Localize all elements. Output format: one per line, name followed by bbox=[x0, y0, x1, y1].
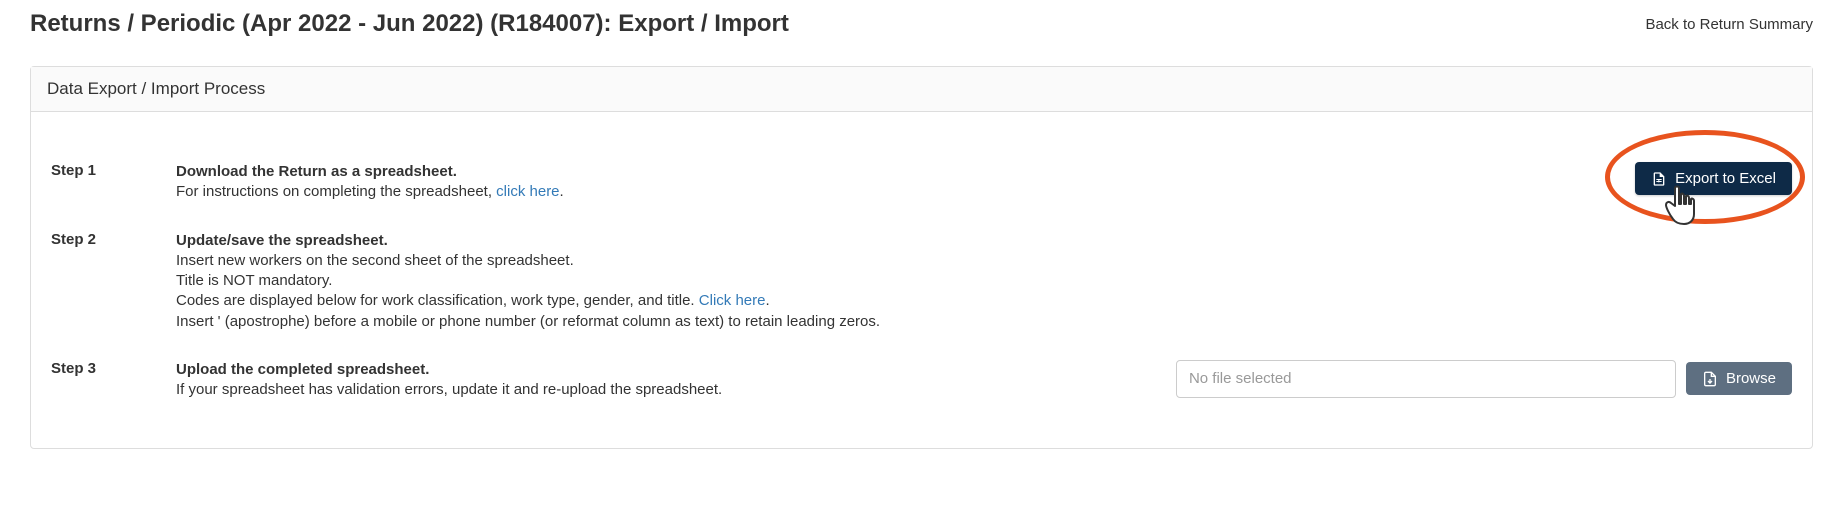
step-1-content: Download the Return as a spreadsheet. Fo… bbox=[176, 162, 1615, 203]
browse-button[interactable]: Browse bbox=[1686, 362, 1792, 395]
step-1-text-pre: For instructions on completing the sprea… bbox=[176, 183, 496, 200]
export-import-panel: Data Export / Import Process Step 1 Down… bbox=[30, 66, 1813, 449]
spreadsheet-icon bbox=[1651, 171, 1667, 187]
file-selected-input[interactable] bbox=[1176, 360, 1676, 398]
step-1-click-here-link[interactable]: click here bbox=[496, 183, 559, 200]
step-1-bold: Download the Return as a spreadsheet. bbox=[176, 163, 457, 180]
panel-title: Data Export / Import Process bbox=[31, 67, 1812, 112]
export-to-excel-button[interactable]: Export to Excel bbox=[1635, 162, 1792, 195]
step-1-row: Step 1 Download the Return as a spreadsh… bbox=[51, 162, 1792, 203]
step-2-line4: Insert ' (apostrophe) before a mobile or… bbox=[176, 313, 880, 330]
step-2-line3-post: . bbox=[765, 292, 769, 309]
step-1-label: Step 1 bbox=[51, 162, 176, 179]
step-2-content: Update/save the spreadsheet. Insert new … bbox=[176, 231, 1792, 332]
step-2-line3-pre: Codes are displayed below for work class… bbox=[176, 292, 699, 309]
step-3-bold: Upload the completed spreadsheet. bbox=[176, 361, 429, 378]
step-3-line1: If your spreadsheet has validation error… bbox=[176, 381, 722, 398]
step-3-label: Step 3 bbox=[51, 360, 176, 377]
file-upload-icon bbox=[1702, 371, 1718, 387]
step-2-label: Step 2 bbox=[51, 231, 176, 248]
step-2-line2: Title is NOT mandatory. bbox=[176, 272, 332, 289]
export-button-label: Export to Excel bbox=[1675, 170, 1776, 187]
browse-button-label: Browse bbox=[1726, 370, 1776, 387]
step-1-text-post: . bbox=[560, 183, 564, 200]
step-2-click-here-link[interactable]: Click here bbox=[699, 292, 766, 309]
step-2-row: Step 2 Update/save the spreadsheet. Inse… bbox=[51, 231, 1792, 332]
step-2-line1: Insert new workers on the second sheet o… bbox=[176, 252, 574, 269]
step-2-bold: Update/save the spreadsheet. bbox=[176, 232, 388, 249]
page-title: Returns / Periodic (Apr 2022 - Jun 2022)… bbox=[30, 10, 789, 38]
back-to-summary-link[interactable]: Back to Return Summary bbox=[1645, 16, 1813, 33]
step-3-content: Upload the completed spreadsheet. If you… bbox=[176, 360, 916, 401]
step-3-row: Step 3 Upload the completed spreadsheet.… bbox=[51, 360, 1792, 401]
